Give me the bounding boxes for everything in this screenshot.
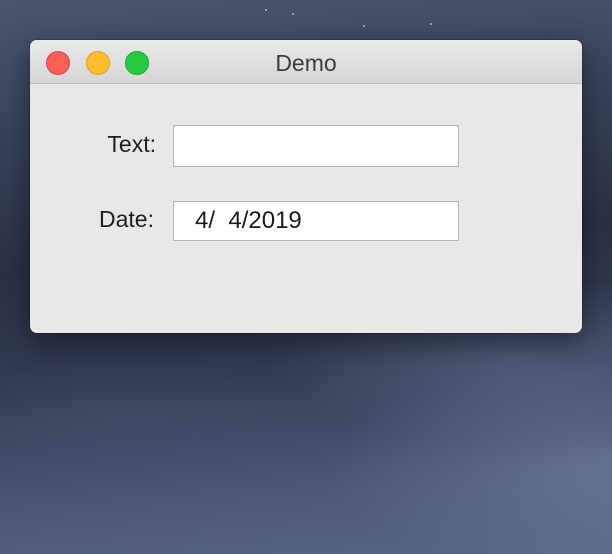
- date-field[interactable]: 4/ 4/2019: [173, 201, 459, 241]
- star: [292, 13, 294, 15]
- text-label: Text:: [107, 131, 156, 157]
- star: [363, 25, 365, 27]
- date-value[interactable]: 4/ 4/2019: [195, 207, 302, 235]
- demo-window: Demo Text: Date: 4/ 4/2019: [30, 40, 582, 333]
- title-bar[interactable]: Demo: [30, 40, 582, 84]
- star: [430, 23, 432, 25]
- window-title: Demo: [275, 50, 337, 76]
- text-field[interactable]: [173, 125, 459, 167]
- star: [265, 9, 267, 11]
- date-label: Date:: [99, 206, 154, 232]
